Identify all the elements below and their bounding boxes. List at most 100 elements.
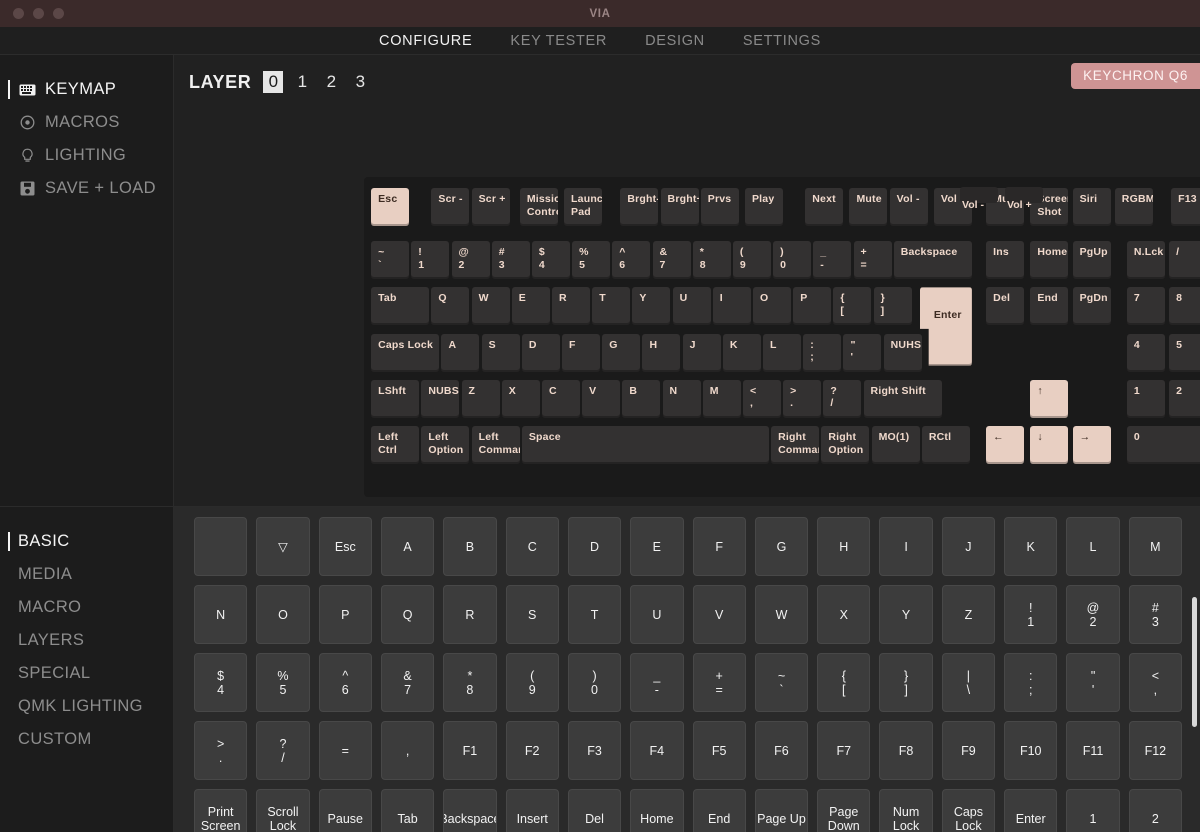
- picker-key[interactable]: F7: [817, 721, 871, 780]
- keycap[interactable]: C: [541, 379, 580, 418]
- keycap[interactable]: Brght+: [660, 188, 699, 227]
- picker-key[interactable]: M: [1128, 517, 1182, 576]
- keycap[interactable]: D: [521, 333, 560, 372]
- keycap[interactable]: 0: [1126, 426, 1200, 465]
- keycap[interactable]: H: [642, 333, 681, 372]
- picker-key[interactable]: F8: [879, 721, 933, 780]
- keycap[interactable]: J: [682, 333, 721, 372]
- picker-key[interactable]: B: [443, 517, 497, 576]
- keycap[interactable]: ) 0: [773, 241, 812, 280]
- picker-key[interactable]: V: [692, 585, 746, 644]
- keycap[interactable]: 5: [1169, 333, 1200, 372]
- picker-key[interactable]: Y: [879, 585, 933, 644]
- picker-key[interactable]: 1: [1066, 789, 1120, 832]
- picker-key[interactable]: F: [692, 517, 746, 576]
- category-basic[interactable]: BASIC: [0, 525, 173, 558]
- picker-key[interactable]: + =: [692, 653, 746, 712]
- keycap[interactable]: Brght-: [620, 188, 659, 227]
- picker-key[interactable]: H: [817, 517, 871, 576]
- picker-key[interactable]: F2: [505, 721, 559, 780]
- keycap[interactable]: Mute: [849, 188, 888, 227]
- picker-key[interactable]: S: [505, 585, 559, 644]
- category-media[interactable]: MEDIA: [0, 558, 173, 591]
- picker-key[interactable]: <,: [1128, 653, 1182, 712]
- keycap[interactable]: N.Lck: [1126, 241, 1165, 280]
- zoom-icon[interactable]: [53, 8, 64, 19]
- keycap[interactable]: ←: [986, 426, 1025, 465]
- picker-key[interactable]: Page Down: [817, 789, 871, 832]
- picker-key[interactable]: X: [817, 585, 871, 644]
- keycap[interactable]: @2: [451, 241, 490, 280]
- close-icon[interactable]: [13, 8, 24, 19]
- picker-key[interactable]: Insert: [505, 789, 559, 832]
- keycap[interactable]: RGBMd+: [1114, 188, 1153, 227]
- keycap[interactable]: F13: [1171, 188, 1200, 227]
- keycap[interactable]: ~ `: [371, 241, 410, 280]
- keycap[interactable]: ? /: [823, 379, 862, 418]
- keycap[interactable]: K: [722, 333, 761, 372]
- keycap[interactable]: Left Option: [421, 426, 470, 465]
- picker-key[interactable]: ? /: [256, 721, 310, 780]
- keycap[interactable]: M: [702, 379, 741, 418]
- keycap[interactable]: P: [793, 287, 832, 326]
- keycap[interactable]: * 8: [692, 241, 731, 280]
- keycap[interactable]: 1: [1126, 379, 1165, 418]
- picker-key[interactable]: ~ `: [754, 653, 809, 712]
- picker-key[interactable]: @2: [1066, 585, 1120, 644]
- picker-key[interactable]: _ -: [630, 653, 684, 712]
- picker-key[interactable]: E: [630, 517, 684, 576]
- keycap[interactable]: Y: [632, 287, 671, 326]
- keycap[interactable]: Ins: [986, 241, 1025, 280]
- keycap[interactable]: RightCommand: [771, 426, 820, 465]
- sidebar-item-macros[interactable]: MACROS: [0, 106, 173, 139]
- keycap[interactable]: Scr -: [431, 188, 470, 227]
- picker-key[interactable]: Caps Lock: [941, 789, 996, 832]
- keycap[interactable]: U: [672, 287, 711, 326]
- tab-settings[interactable]: SETTINGS: [743, 33, 821, 49]
- keycap[interactable]: LeftCommand: [471, 426, 520, 465]
- keycap[interactable]: NUBS: [421, 379, 460, 418]
- picker-key[interactable]: R: [443, 585, 497, 644]
- keycap[interactable]: LShft: [371, 379, 420, 418]
- sidebar-item-save-load[interactable]: SAVE + LOAD: [0, 172, 173, 205]
- picker-key[interactable]: F6: [754, 721, 809, 780]
- picker-key[interactable]: " ': [1066, 653, 1120, 712]
- picker-key[interactable]: Page Up: [754, 789, 809, 832]
- keycap[interactable]: & 7: [652, 241, 691, 280]
- keycap[interactable]: T: [592, 287, 631, 326]
- keycap[interactable]: S: [481, 333, 520, 372]
- keycap[interactable]: Left Ctrl: [371, 426, 420, 465]
- keycap[interactable]: B: [622, 379, 661, 418]
- picker-key[interactable]: & 7: [380, 653, 435, 712]
- keycap[interactable]: Vol -: [889, 188, 928, 227]
- picker-key[interactable]: =: [318, 721, 372, 780]
- picker-key[interactable]: W: [754, 585, 809, 644]
- minimize-icon[interactable]: [33, 8, 44, 19]
- keycap[interactable]: #3: [491, 241, 530, 280]
- keycap[interactable]: Tab: [371, 287, 430, 326]
- keycap[interactable]: O: [753, 287, 791, 326]
- picker-key[interactable]: Pause: [318, 789, 372, 832]
- picker-key[interactable]: Q: [380, 585, 435, 644]
- picker-key[interactable]: Print Screen: [194, 789, 248, 832]
- picker-key[interactable]: Backspace: [443, 789, 497, 832]
- picker-key[interactable]: 2: [1128, 789, 1182, 832]
- keycap[interactable]: >.: [783, 379, 822, 418]
- picker-key[interactable]: {[: [817, 653, 871, 712]
- window-controls[interactable]: [13, 0, 64, 27]
- picker-key[interactable]: ) 0: [567, 653, 622, 712]
- keycap[interactable]: + =: [853, 241, 892, 280]
- picker-key[interactable]: F11: [1066, 721, 1120, 780]
- picker-key[interactable]: * 8: [443, 653, 497, 712]
- keycap[interactable]: NUHS: [883, 333, 922, 372]
- keycap[interactable]: Caps Lock: [371, 333, 440, 372]
- keycap[interactable]: Enter: [919, 287, 972, 366]
- keycap[interactable]: R: [552, 287, 590, 326]
- keycap[interactable]: V: [582, 379, 621, 418]
- picker-key[interactable]: ! 1: [1004, 585, 1058, 644]
- picker-key[interactable]: | \: [941, 653, 996, 712]
- picker-key[interactable]: P: [318, 585, 372, 644]
- keycap[interactable]: G: [602, 333, 641, 372]
- keycap[interactable]: PgDn: [1072, 287, 1111, 326]
- keycap[interactable]: N: [662, 379, 701, 418]
